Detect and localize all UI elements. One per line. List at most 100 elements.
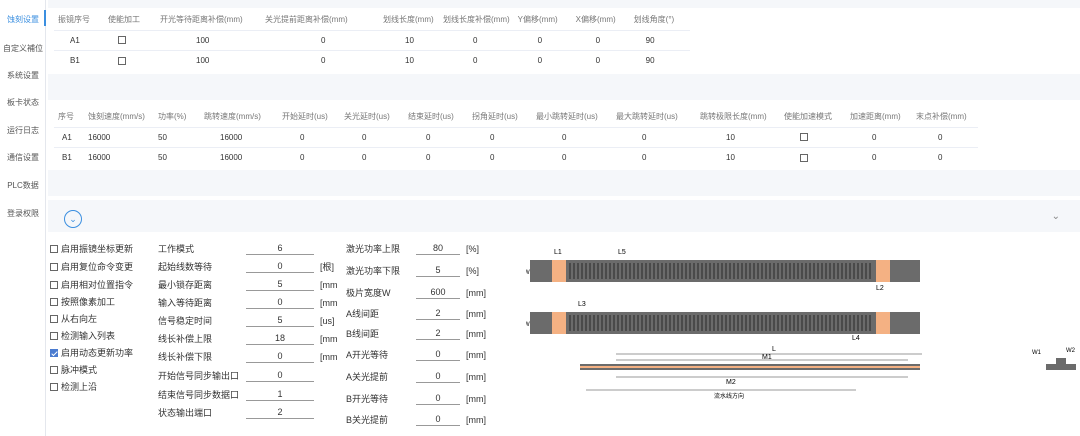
cell[interactable]: 10	[379, 29, 439, 50]
sidebar-item-run-log[interactable]: 运行日志	[0, 125, 46, 136]
checkbox-box[interactable]	[50, 297, 58, 306]
option-right-to-left[interactable]: 从右向左	[50, 312, 97, 325]
cell[interactable]: 0	[261, 49, 379, 70]
cell[interactable]: 0	[846, 146, 912, 167]
cell[interactable]: 0	[571, 49, 630, 70]
option-pixel[interactable]: 按照像素加工	[50, 295, 115, 308]
param-input[interactable]: 0	[416, 413, 460, 426]
checkbox-box[interactable]	[118, 36, 126, 45]
table-row: A1 100 0 10 0 0 0 90	[54, 29, 690, 50]
param-input[interactable]: 600	[416, 286, 460, 299]
checkbox-box[interactable]	[50, 382, 58, 391]
col-header: 关光提前距离补偿(mm)	[265, 15, 348, 25]
cell[interactable]: 0	[532, 146, 612, 167]
param-input[interactable]: 0	[246, 369, 314, 382]
cell[interactable]: 0	[513, 29, 572, 50]
param-input[interactable]: 2	[416, 307, 460, 320]
cell[interactable]: 16000	[200, 146, 278, 167]
cell[interactable]: 90	[629, 49, 690, 70]
option-coord-update[interactable]: 启用振镜坐标更新	[50, 242, 133, 255]
param-input[interactable]: 80	[416, 242, 460, 255]
sidebar-item-board-status[interactable]: 板卡状态	[0, 97, 46, 108]
accel-checkbox[interactable]	[780, 146, 846, 167]
cell[interactable]: 0	[612, 146, 696, 167]
cell[interactable]: 10	[696, 126, 780, 147]
cell[interactable]: 0	[846, 126, 912, 147]
param-input[interactable]: 18	[246, 332, 314, 345]
checkbox-box[interactable]	[50, 314, 58, 323]
param-input[interactable]: 0	[416, 370, 460, 383]
option-pulse-mode[interactable]: 脉冲模式	[50, 363, 97, 376]
option-detect-input[interactable]: 检测输入列表	[50, 329, 115, 342]
cell[interactable]: 0	[468, 126, 532, 147]
cell[interactable]: 0	[912, 146, 978, 167]
param-input[interactable]: 5	[416, 264, 460, 277]
chevron-down-icon[interactable]: ⌄	[1052, 211, 1060, 222]
cell[interactable]: 0	[404, 146, 468, 167]
sidebar-item-comm[interactable]: 通信设置	[0, 152, 46, 163]
checkbox-box[interactable]	[50, 262, 58, 271]
param-input[interactable]: 0	[246, 260, 314, 273]
option-label: 检测上沿	[61, 382, 98, 392]
cell[interactable]: 0	[278, 126, 340, 147]
cell[interactable]: 0	[261, 29, 379, 50]
cell[interactable]: 16000	[84, 146, 154, 167]
checkbox-box[interactable]	[50, 244, 58, 253]
param-input[interactable]: 1	[246, 388, 314, 401]
checkbox-box[interactable]	[800, 153, 808, 162]
option-rising-edge[interactable]: 检测上沿	[50, 380, 97, 393]
cell[interactable]: 10	[379, 49, 439, 70]
cell[interactable]: 16000	[84, 126, 154, 147]
cell[interactable]: 100	[156, 49, 261, 70]
cell[interactable]: 50	[154, 126, 200, 147]
param-input[interactable]: 5	[246, 278, 314, 291]
cell[interactable]: 0	[439, 29, 514, 50]
checkbox-box[interactable]	[50, 365, 58, 374]
sidebar-item-plc[interactable]: PLC数据	[0, 180, 46, 191]
cell[interactable]: 0	[912, 126, 978, 147]
cell[interactable]: 0	[404, 126, 468, 147]
param-input[interactable]: 2	[246, 406, 314, 419]
option-reset-cmd[interactable]: 启用复位命令变更	[50, 260, 133, 273]
cell[interactable]: 0	[612, 126, 696, 147]
cell[interactable]: 16000	[200, 126, 278, 147]
param-label: B线间距	[346, 329, 380, 339]
dimension-lines: L M1 M2 流水线方向	[580, 346, 922, 400]
cell[interactable]: 0	[340, 146, 404, 167]
sidebar-item-login[interactable]: 登录权限	[0, 208, 46, 219]
param-input[interactable]: 0	[246, 296, 314, 309]
param-input[interactable]: 2	[416, 327, 460, 340]
table-row: A1 16000 50 16000 0 0 0 0 0 0 10 0 0	[54, 126, 978, 147]
enable-checkbox[interactable]	[104, 29, 156, 50]
cell[interactable]: 0	[439, 49, 514, 70]
option-relative-pos[interactable]: 启用相对位置指令	[50, 278, 133, 291]
param-input[interactable]: 0	[416, 392, 460, 405]
checkbox-box[interactable]	[800, 133, 808, 142]
checkbox-box[interactable]	[118, 56, 126, 65]
sidebar-item-etch-settings[interactable]: 蚀刻设置	[0, 14, 46, 25]
cell[interactable]: 0	[532, 126, 612, 147]
sidebar-item-system[interactable]: 系统设置	[0, 70, 46, 81]
option-dynamic-power[interactable]: 启用动态更新功率	[50, 346, 133, 359]
sidebar-item-custom[interactable]: 自定义補位	[0, 43, 46, 54]
divider-band-1	[48, 74, 1080, 100]
param-input[interactable]: 0	[246, 350, 314, 363]
cell[interactable]: 100	[156, 29, 261, 50]
expand-chevron-icon[interactable]: ⌄	[64, 210, 82, 228]
cell[interactable]: 0	[468, 146, 532, 167]
param-input[interactable]: 0	[416, 348, 460, 361]
cell[interactable]: 0	[278, 146, 340, 167]
cell[interactable]: 10	[696, 146, 780, 167]
param-input[interactable]: 5	[246, 314, 314, 327]
accel-checkbox[interactable]	[780, 126, 846, 147]
cell[interactable]: 0	[513, 49, 572, 70]
cell[interactable]: 90	[629, 29, 690, 50]
cell[interactable]: 0	[340, 126, 404, 147]
enable-checkbox[interactable]	[104, 49, 156, 70]
param-input[interactable]: 6	[246, 242, 314, 255]
checkbox-box-checked[interactable]	[50, 348, 58, 357]
cell[interactable]: 50	[154, 146, 200, 167]
checkbox-box[interactable]	[50, 331, 58, 340]
checkbox-box[interactable]	[50, 280, 58, 289]
cell[interactable]: 0	[571, 29, 630, 50]
